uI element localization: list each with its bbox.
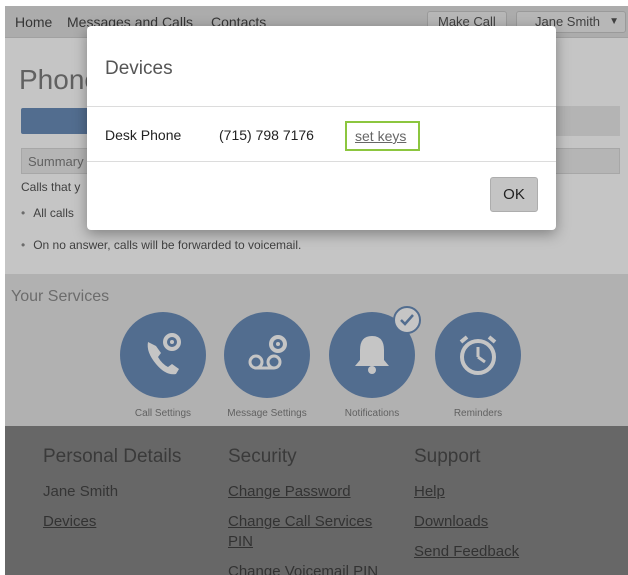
set-keys-label: set keys <box>355 128 407 144</box>
divider <box>87 106 556 107</box>
devices-modal: Devices Desk Phone (715) 798 7176 set ke… <box>87 26 556 230</box>
set-keys-link[interactable]: set keys <box>345 121 420 151</box>
app-frame: Home Messages and Calls Contacts Make Ca… <box>5 6 628 575</box>
ok-button[interactable]: OK <box>490 177 538 212</box>
device-name: Desk Phone <box>105 127 182 143</box>
modal-title: Devices <box>105 58 173 79</box>
device-number: (715) 798 7176 <box>219 127 314 143</box>
divider <box>87 161 556 162</box>
